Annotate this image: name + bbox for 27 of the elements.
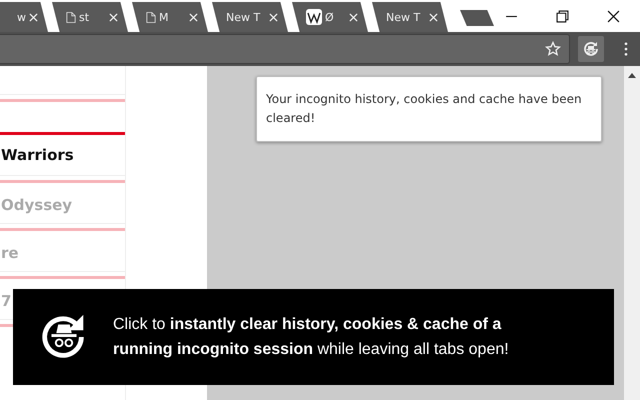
incognito-refresh-icon (581, 39, 601, 59)
tab-title: New T (386, 10, 422, 24)
page-icon (146, 10, 156, 24)
browser-tab[interactable]: New T (372, 2, 448, 32)
tab-title: w (17, 10, 26, 24)
notification-text: Your incognito history, cookies and cache have been cleared! (266, 91, 583, 127)
browser-tab[interactable]: M (132, 2, 208, 32)
close-icon[interactable] (607, 10, 620, 22)
tab-title: Ø (325, 10, 335, 24)
scrollbar[interactable] (624, 66, 640, 400)
new-tab-button[interactable] (460, 10, 494, 26)
browser-tab[interactable]: st (52, 2, 128, 32)
tab-title: M (159, 10, 170, 24)
page-icon (66, 10, 76, 24)
browser-tab[interactable]: Ø (292, 2, 368, 32)
restore-icon[interactable] (556, 10, 569, 22)
extension-button[interactable] (578, 36, 604, 62)
banner-text: Click to instantly clear history, cookies & cache of a running incognito session while leaving all tabs open! (113, 315, 510, 360)
browser-tab[interactable]: w (0, 2, 48, 32)
wikipedia-icon (306, 9, 322, 25)
star-icon[interactable] (545, 41, 561, 57)
scroll-up-icon[interactable] (628, 72, 636, 78)
browser-tab[interactable]: New T (212, 2, 288, 32)
article-title[interactable]: Warriors (1, 146, 74, 164)
menu-icon[interactable] (624, 42, 628, 56)
tab-title: st (79, 10, 90, 24)
tab-title: New T (226, 10, 262, 24)
